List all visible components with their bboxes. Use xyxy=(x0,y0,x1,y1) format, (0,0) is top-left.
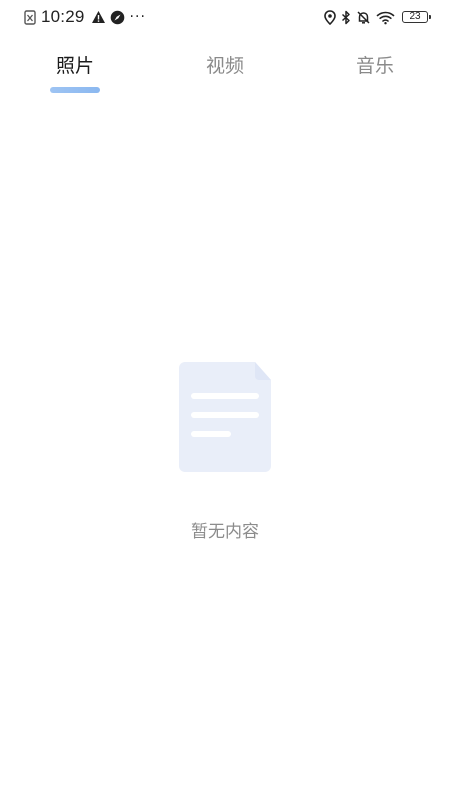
empty-state-message: 暂无内容 xyxy=(191,522,259,542)
battery-icon: 23 xyxy=(402,11,431,23)
tab-music[interactable]: 音乐 xyxy=(335,54,415,78)
media-tabs: 照片 视频 音乐 xyxy=(0,34,450,104)
empty-document-icon xyxy=(179,362,271,472)
battery-level: 23 xyxy=(409,11,421,22)
active-tab-indicator xyxy=(50,87,100,93)
tab-photos[interactable]: 照片 xyxy=(35,54,115,78)
status-bar: 10:29 ··· 23 xyxy=(0,0,450,34)
location-icon xyxy=(324,9,336,25)
more-dots-icon: ··· xyxy=(129,9,146,25)
tab-videos[interactable]: 视频 xyxy=(185,54,265,78)
bluetooth-icon xyxy=(341,10,351,25)
status-bar-right: 23 xyxy=(324,8,431,26)
mute-bell-icon xyxy=(356,10,371,25)
status-bar-left: 10:29 ··· xyxy=(24,7,146,26)
sim-card-icon xyxy=(24,9,36,25)
compass-app-icon xyxy=(110,10,125,25)
wifi-icon xyxy=(376,10,395,25)
warning-icon xyxy=(91,10,106,24)
status-time: 10:29 xyxy=(41,7,85,26)
